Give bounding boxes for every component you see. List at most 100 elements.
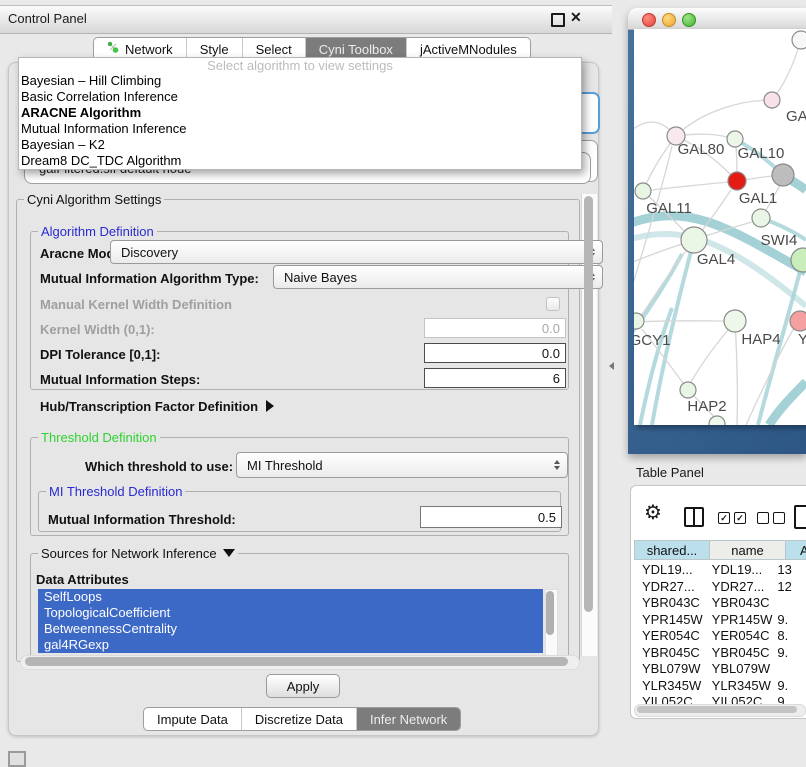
- attribute-list-item[interactable]: TopologicalCoefficient: [38, 605, 543, 621]
- attributes-list-scrollbar-thumb[interactable]: [546, 591, 554, 635]
- network-node[interactable]: [681, 227, 707, 253]
- settings-vertical-scrollbar-thumb[interactable]: [584, 196, 593, 612]
- network-node[interactable]: [764, 92, 780, 108]
- algorithm-menu: Select algorithm to view settings Bayesi…: [18, 57, 582, 170]
- table-row[interactable]: YBR043CYBR043C: [634, 595, 806, 612]
- network-node[interactable]: [724, 310, 746, 332]
- node-label: SWI4: [761, 232, 798, 249]
- cyni-bottom-tabbar: Impute Data Discretize Data Infer Networ…: [143, 707, 461, 731]
- table-settings-gear-icon[interactable]: ⚙: [644, 503, 662, 523]
- network-node[interactable]: [709, 416, 725, 425]
- network-graph: GALGAL80GAL10GAL1GAL11GAL4SWI4GCY1HAP4YH…: [634, 29, 806, 425]
- network-node[interactable]: [792, 31, 806, 49]
- algorithm-menu-item[interactable]: Mutual Information Inference: [19, 121, 581, 137]
- control-panel-titlebar: [0, 5, 612, 34]
- tab-jactivemnodules-label: jActiveMNodules: [420, 42, 517, 57]
- algorithm-menu-item[interactable]: Bayesian – Hill Climbing: [19, 73, 581, 89]
- tab-infer-network[interactable]: Infer Network: [356, 708, 460, 730]
- column-header-shared-name[interactable]: shared...: [634, 540, 710, 560]
- node-label: HAP4: [741, 331, 780, 348]
- aracne-mode-value: Discovery: [121, 245, 178, 260]
- tab-discretize-data-label: Discretize Data: [255, 712, 343, 727]
- sources-legend-label: Sources for Network Inference: [41, 546, 217, 561]
- window-zoom-icon[interactable]: [682, 13, 696, 27]
- apply-button[interactable]: Apply: [266, 674, 340, 698]
- node-label: HAP2: [687, 398, 726, 415]
- network-node[interactable]: [790, 311, 806, 331]
- data-attributes-label: Data Attributes: [36, 572, 129, 587]
- node-label: GAL10: [738, 145, 785, 162]
- table-row[interactable]: YBR045CYBR045C9.: [634, 645, 806, 662]
- document-icon[interactable]: [794, 505, 806, 529]
- network-canvas[interactable]: GALGAL80GAL10GAL1GAL11GAL4SWI4GCY1HAP4YH…: [634, 29, 806, 425]
- table-row[interactable]: YER054CYER054C8.: [634, 628, 806, 645]
- select-none-icon[interactable]: [757, 512, 785, 524]
- sources-legend[interactable]: Sources for Network Inference: [38, 546, 238, 561]
- table-cell: YBL079W: [704, 661, 774, 678]
- algorithm-menu-item[interactable]: Dream8 DC_TDC Algorithm: [19, 153, 581, 169]
- window-minimize-icon[interactable]: [662, 13, 676, 27]
- settings-horizontal-scrollbar-thumb[interactable]: [25, 657, 568, 666]
- which-threshold-combobox[interactable]: MI Threshold: [236, 452, 568, 478]
- mi-steps-field[interactable]: [424, 368, 566, 388]
- network-node[interactable]: [680, 382, 696, 398]
- mi-threshold-field[interactable]: [420, 506, 562, 528]
- table-row[interactable]: YBL079WYBL079W: [634, 661, 806, 678]
- float-window-icon[interactable]: [551, 13, 565, 27]
- table-cell: YBR045C: [634, 645, 704, 662]
- column-header-name[interactable]: name: [710, 540, 786, 560]
- dpi-tolerance-field[interactable]: [424, 343, 566, 363]
- window-close-icon[interactable]: [642, 13, 656, 27]
- tab-discretize-data[interactable]: Discretize Data: [241, 708, 356, 730]
- node-label: GCY1: [634, 332, 670, 349]
- algorithm-menu-item[interactable]: Basic Correlation Inference: [19, 89, 581, 105]
- node-label: GAL11: [646, 200, 692, 217]
- close-icon[interactable]: ✕: [570, 9, 582, 26]
- algorithm-menu-item[interactable]: Bayesian – K2: [19, 137, 581, 153]
- select-all-checked-icon[interactable]: ✓✓: [718, 512, 746, 524]
- network-node[interactable]: [634, 313, 644, 329]
- table-row[interactable]: YPR145WYPR145W9.: [634, 612, 806, 629]
- table-horizontal-scrollbar-thumb[interactable]: [637, 706, 797, 713]
- column-header-partial[interactable]: A: [786, 540, 806, 560]
- tab-infer-network-label: Infer Network: [370, 712, 447, 727]
- network-node[interactable]: [635, 183, 651, 199]
- attribute-list-item[interactable]: BetweennessCentrality: [38, 621, 543, 637]
- table-cell: YBR043C: [634, 595, 704, 612]
- which-threshold-value: MI Threshold: [247, 458, 323, 473]
- table-row[interactable]: YLR345WYLR345W9.: [634, 678, 806, 695]
- table-cell: YDL19...: [634, 562, 704, 579]
- pane-splitter-arrow-icon[interactable]: [609, 362, 614, 370]
- manual-kernel-width-checkbox[interactable]: [546, 297, 560, 311]
- table-row[interactable]: YDL19...YDL19...13: [634, 562, 806, 579]
- algorithm-menu-item[interactable]: ARACNE Algorithm: [19, 105, 581, 121]
- attribute-list-item[interactable]: SelfLoops: [38, 589, 543, 605]
- mi-steps-label: Mutual Information Steps:: [40, 372, 200, 387]
- node-label: GAL4: [697, 251, 735, 268]
- network-node[interactable]: [772, 164, 794, 186]
- tab-cyni-toolbox-label: Cyni Toolbox: [319, 42, 393, 57]
- table-cell: 12: [773, 579, 806, 596]
- table-body: YDL19...YDL19...13YDR27...YDR27...12YBR0…: [634, 562, 806, 705]
- mi-algorithm-type-combobox[interactable]: Naive Bayes: [273, 265, 603, 289]
- table-row[interactable]: YDR27...YDR27...12: [634, 579, 806, 596]
- tab-impute-data[interactable]: Impute Data: [144, 708, 241, 730]
- hub-transcription-factor-expander[interactable]: Hub/Transcription Factor Definition: [40, 399, 274, 414]
- minimized-panel-icon[interactable]: [8, 751, 26, 767]
- mi-threshold-definition-legend: MI Threshold Definition: [46, 484, 185, 499]
- table-cell: [773, 595, 806, 612]
- kernel-width-field[interactable]: [424, 318, 566, 338]
- column-layout-icon[interactable]: [684, 507, 704, 527]
- attribute-list-item[interactable]: gal4RGexp: [38, 637, 543, 653]
- expand-right-icon: [266, 400, 274, 412]
- collapse-down-icon: [223, 549, 235, 557]
- network-node[interactable]: [752, 209, 770, 227]
- table-cell: YBL079W: [634, 661, 704, 678]
- aracne-mode-combobox[interactable]: Discovery: [110, 240, 603, 264]
- network-node[interactable]: [728, 172, 746, 190]
- hub-transcription-factor-label: Hub/Transcription Factor Definition: [40, 399, 258, 414]
- cyni-algorithm-settings-legend: Cyni Algorithm Settings: [24, 192, 164, 207]
- tab-select-label: Select: [256, 42, 292, 57]
- table-header-row: shared... name A: [634, 540, 806, 562]
- node-label: GAL80: [678, 141, 725, 158]
